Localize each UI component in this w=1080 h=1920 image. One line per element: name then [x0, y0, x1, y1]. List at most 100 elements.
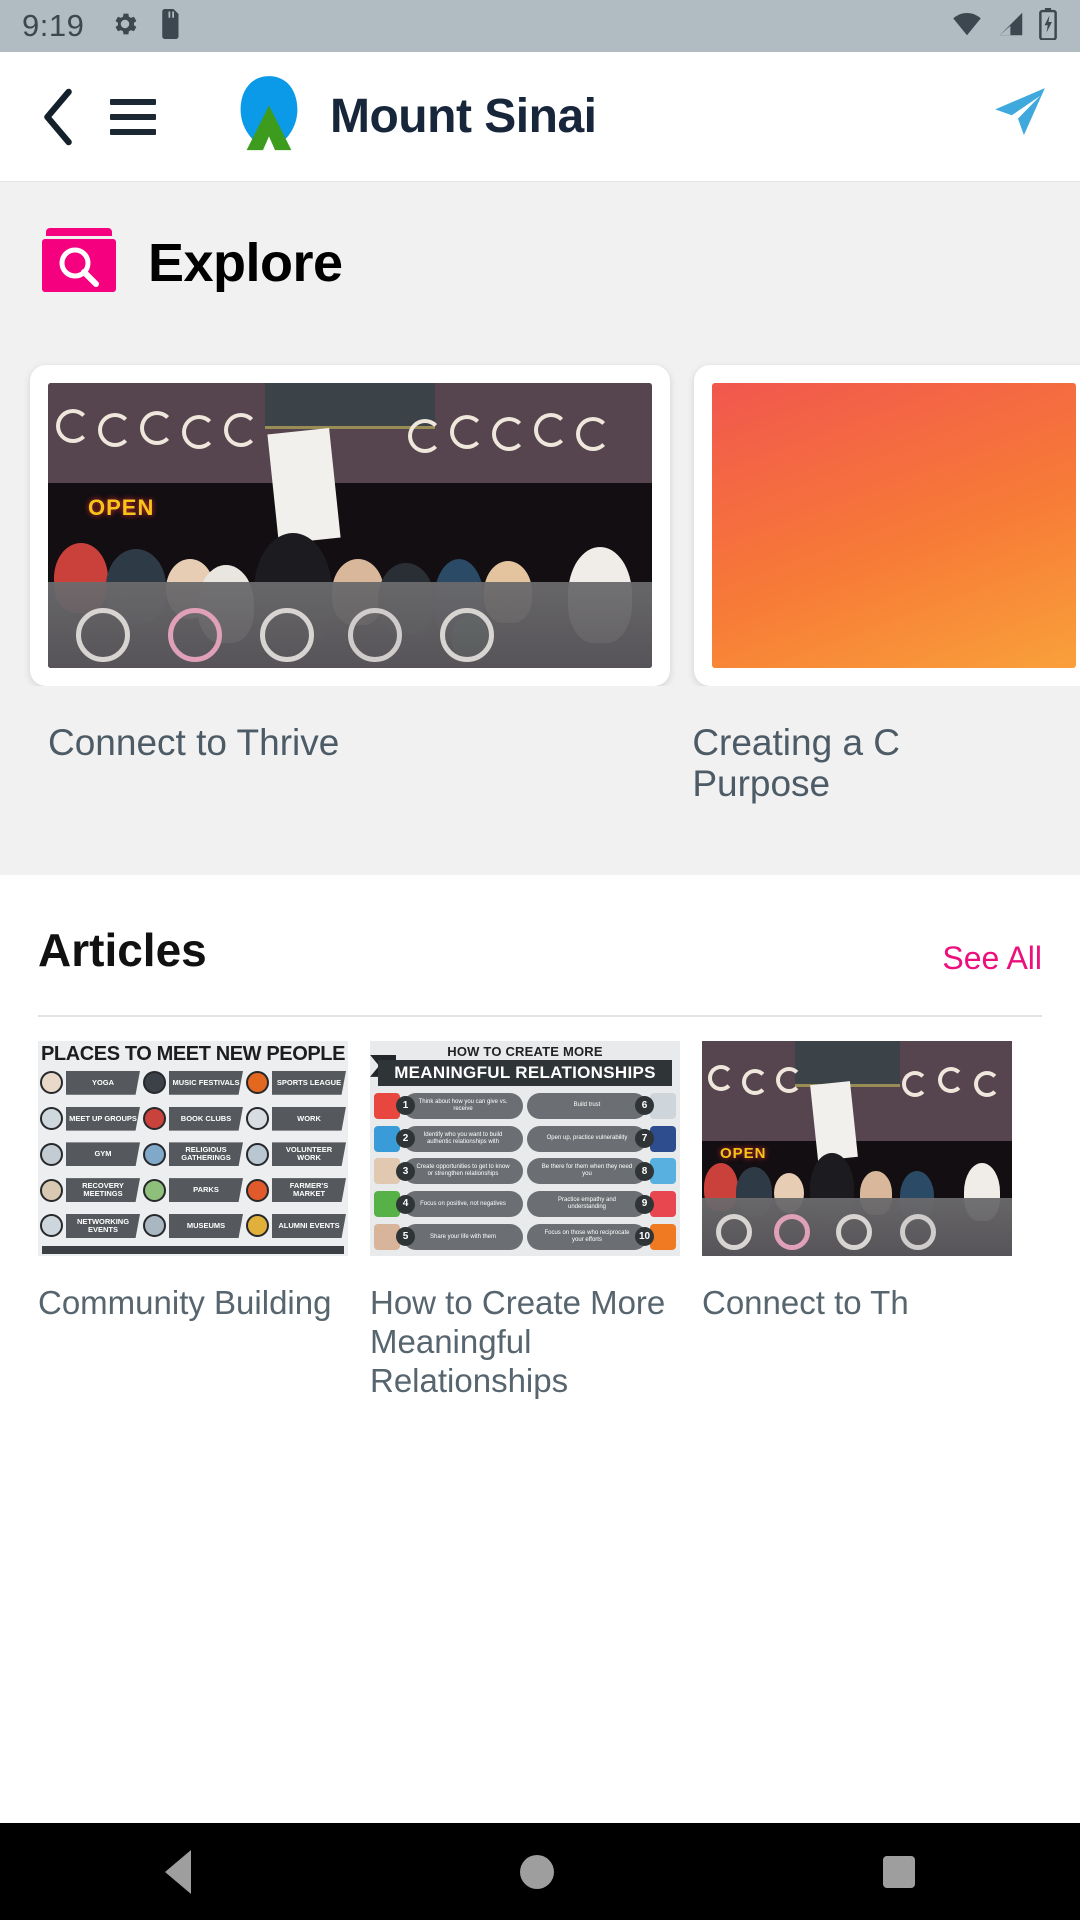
category-icon — [143, 1214, 166, 1238]
category-icon — [246, 1071, 269, 1095]
android-nav-bar — [0, 1823, 1080, 1920]
article-card[interactable]: HOW TO CREATE MORE MEANINGFUL RELATIONSH… — [370, 1040, 680, 1401]
step-text: Identify who you want to build authentic… — [396, 1125, 523, 1152]
category-label: MUSIC FESTIVALS — [169, 1070, 243, 1095]
step-text: Share your life with them 5 — [396, 1223, 523, 1250]
step-text: Open up, practice vulnerability 7 — [527, 1125, 654, 1152]
settings-gear-icon — [110, 9, 140, 44]
category-label: FARMER'S MARKET — [272, 1178, 346, 1203]
explore-section: Explore OPEN Connect to Thrive Creating … — [0, 182, 1080, 875]
orange-gradient-placeholder — [712, 383, 1076, 668]
wifi-icon — [950, 9, 984, 44]
infographic-cell: MUSIC FESTIVALS — [143, 1067, 243, 1099]
category-icon — [40, 1178, 63, 1202]
step-number: 3 — [396, 1161, 415, 1181]
step-number: 9 — [635, 1194, 654, 1214]
category-icon — [246, 1178, 269, 1202]
infographic-cell: GYM — [40, 1138, 140, 1170]
infographic-step: Focus on positive, not negatives 4 — [374, 1189, 523, 1219]
articles-divider — [38, 1014, 1042, 1017]
back-button[interactable] — [30, 86, 88, 148]
status-right-icons — [950, 7, 1058, 45]
explore-card-title: Connect to Thrive — [48, 722, 340, 763]
article-card[interactable]: OPEN Connect to Th — [702, 1040, 1012, 1401]
category-icon — [143, 1107, 166, 1131]
infographic-cell: PARKS — [143, 1174, 243, 1206]
category-icon — [40, 1142, 63, 1166]
category-icon — [40, 1214, 63, 1238]
category-label: BOOK CLUBS — [169, 1106, 243, 1131]
infographic-cell: BOOK CLUBS — [143, 1103, 243, 1135]
infographic-step: Identify who you want to build authentic… — [374, 1124, 523, 1154]
infographic-step: Open up, practice vulnerability 7 — [527, 1124, 676, 1154]
step-text: Create opportunities to get to know or s… — [396, 1158, 523, 1185]
step-number: 7 — [635, 1129, 654, 1149]
step-text: Build trust 6 — [527, 1092, 654, 1119]
meaningful-relationships-infographic: HOW TO CREATE MORE MEANINGFUL RELATIONSH… — [370, 1040, 680, 1256]
brand: Mount Sinai — [226, 71, 597, 162]
infographic-title-band: MEANINGFUL RELATIONSHIPS — [378, 1059, 672, 1086]
infographic-step: Build trust 6 — [527, 1091, 676, 1121]
nav-back-triangle-icon[interactable] — [164, 1849, 191, 1894]
category-label: GYM — [66, 1142, 140, 1167]
category-label: YOGA — [66, 1070, 140, 1095]
step-text: Focus on positive, not negatives 4 — [396, 1191, 523, 1218]
step-number: 8 — [635, 1161, 654, 1181]
nav-home-circle-icon[interactable] — [519, 1854, 554, 1889]
category-label: PARKS — [169, 1178, 243, 1203]
category-icon — [246, 1107, 269, 1131]
category-icon — [143, 1071, 166, 1095]
infographic-step: Think about how you can give vs. receive… — [374, 1091, 523, 1121]
article-title: Community Building — [38, 1283, 332, 1321]
explore-search-folder-icon — [38, 222, 120, 303]
infographic-title: PLACES TO MEET NEW PEOPLE — [40, 1042, 346, 1065]
explore-card[interactable]: OPEN — [30, 365, 670, 686]
category-icon — [246, 1214, 269, 1238]
step-text: Focus on those who reciprocate your effo… — [527, 1223, 654, 1250]
category-icon — [40, 1071, 63, 1095]
battery-charging-icon — [1038, 7, 1058, 45]
status-left-icons — [110, 8, 182, 44]
chevron-left-icon — [44, 88, 72, 145]
sd-card-icon — [160, 8, 182, 44]
infographic-title-top: HOW TO CREATE MORE — [447, 1043, 603, 1059]
articles-header: Articles See All — [38, 923, 1042, 977]
articles-heading: Articles — [38, 923, 207, 976]
explore-card[interactable] — [694, 365, 1080, 686]
explore-spacer — [0, 805, 1080, 875]
category-icon — [40, 1107, 63, 1131]
explore-cards-row[interactable]: OPEN — [0, 303, 1080, 686]
infographic-cell: VOLUNTEER WORK — [246, 1138, 346, 1170]
infographic-cell: WORK — [246, 1103, 346, 1135]
nav-recents-square-icon[interactable] — [883, 1855, 916, 1888]
infographic-cell: RECOVERY MEETINGS — [40, 1174, 140, 1206]
articles-list[interactable]: PLACES TO MEET NEW PEOPLE YOGA MUSIC FEST… — [38, 1040, 1042, 1401]
articles-section: Articles See All PLACES TO MEET NEW PEOP… — [0, 874, 1080, 1401]
step-text: Be there for them when they need you 8 — [527, 1158, 654, 1185]
category-icon — [143, 1142, 166, 1166]
app-header: Mount Sinai — [0, 52, 1080, 182]
category-label: VOLUNTEER WORK — [272, 1142, 346, 1167]
mount-sinai-logo-icon — [226, 71, 312, 162]
infographic-cell: ALUMNI EVENTS — [246, 1210, 346, 1242]
infographic-cell: SPORTS LEAGUE — [246, 1067, 346, 1099]
category-label: MEET UP GROUPS — [66, 1106, 140, 1131]
infographic-cell: FARMER'S MARKET — [246, 1174, 346, 1206]
step-text: Practice empathy and understanding 9 — [527, 1191, 654, 1218]
see-all-link[interactable]: See All — [942, 940, 1042, 977]
hamburger-menu-button[interactable] — [102, 98, 164, 135]
article-card[interactable]: PLACES TO MEET NEW PEOPLE YOGA MUSIC FEST… — [38, 1040, 348, 1401]
status-time: 9:19 — [22, 8, 85, 43]
page-title: Explore — [148, 232, 343, 293]
category-label: WORK — [272, 1106, 346, 1131]
category-label: NETWORKING EVENTS — [66, 1213, 140, 1238]
explore-header: Explore — [0, 222, 1080, 303]
infographic-step: Practice empathy and understanding 9 — [527, 1189, 676, 1219]
category-icon — [246, 1142, 269, 1166]
send-button[interactable] — [988, 83, 1050, 150]
infographic-cell: RELIGIOUS GATHERINGS — [143, 1138, 243, 1170]
hamburger-menu-icon — [110, 98, 156, 105]
brand-name: Mount Sinai — [330, 90, 597, 143]
infographic-cell: YOGA — [40, 1067, 140, 1099]
status-bar: 9:19 — [0, 0, 1080, 52]
